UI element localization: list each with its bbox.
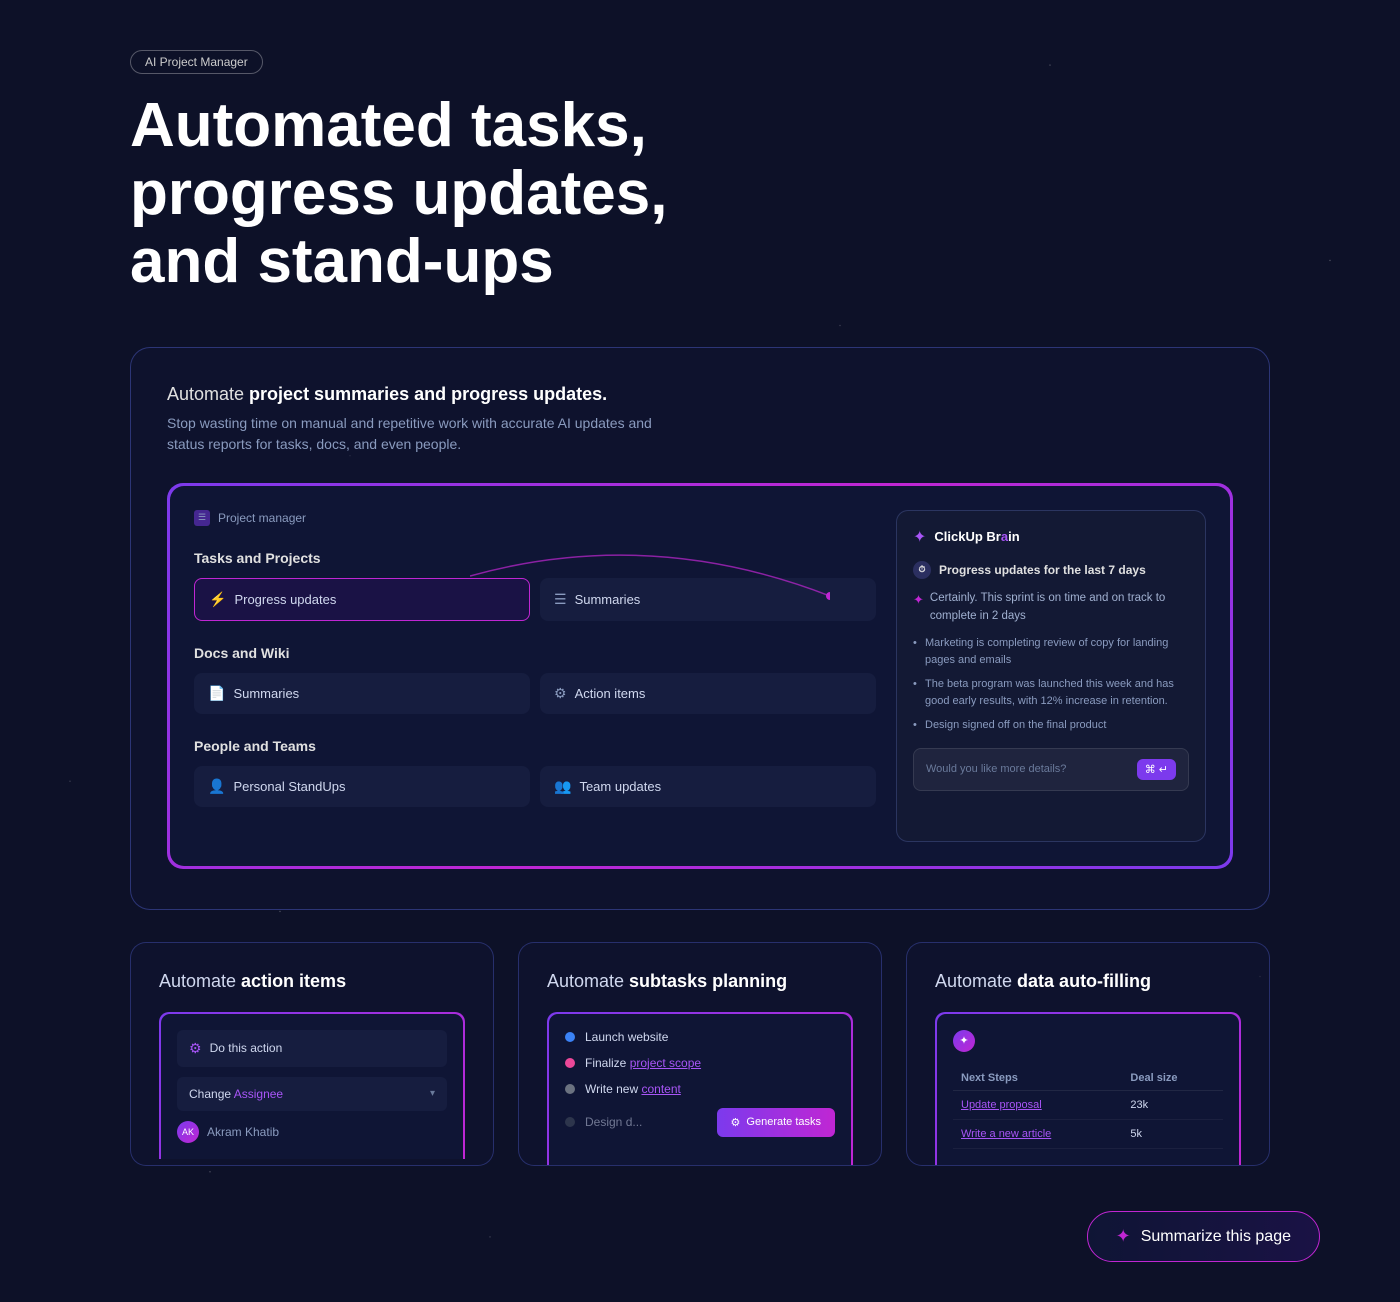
dropdown-arrow-icon: ▾ <box>430 1088 435 1099</box>
col-next-steps: Next Steps <box>953 1066 1122 1091</box>
docs-grid: 📄 Summaries ⚙ Action items <box>194 673 876 714</box>
brain-header: ✦ ClickUp Brain <box>913 527 1189 547</box>
autofill-mockup: ✦ Next Steps Deal size Update proposal <box>935 1012 1241 1165</box>
brain-logo: ClickUp Brain <box>934 529 1019 544</box>
doc-summaries-icon: 📄 <box>208 685 225 702</box>
brain-input-placeholder: Would you like more details? <box>926 763 1066 775</box>
assignee-value: Assignee <box>234 1087 283 1101</box>
row1-step: Update proposal <box>961 1099 1042 1111</box>
team-icon: 👥 <box>554 778 571 795</box>
task-card-summaries[interactable]: ☰ Summaries <box>540 578 876 621</box>
summarize-button[interactable]: ✦ Summarize this page <box>1087 1211 1320 1262</box>
subtask-link-2: project scope <box>630 1056 701 1070</box>
brain-sparkle-icon: ✦ <box>913 527 926 547</box>
progress-icon: ⚡ <box>209 591 226 608</box>
subtask-row-2: Finalize project scope <box>565 1056 835 1070</box>
task-card-progress[interactable]: ⚡ Progress updates <box>194 578 530 621</box>
brain-bullets: Marketing is completing review of copy f… <box>913 635 1189 734</box>
docs-section-title: Docs and Wiki <box>194 645 876 661</box>
brain-input[interactable]: Would you like more details? ⌘ ↵ <box>913 748 1189 791</box>
subtask-row-3: Write new content <box>565 1082 835 1096</box>
action-sparkle-icon: ⚙ <box>189 1040 202 1057</box>
subtask-row-1: Launch website <box>565 1030 835 1044</box>
pm-icon: ☰ <box>194 510 210 526</box>
main-feature-card: Automate project summaries and progress … <box>130 347 1270 910</box>
subtask-label-2: Finalize project scope <box>585 1056 701 1070</box>
action-items-mockup: ⚙ Do this action Change Assignee ▾ AK Ak… <box>159 1012 465 1159</box>
people-section-title: People and Teams <box>194 738 876 754</box>
user-avatar: AK <box>177 1121 199 1143</box>
autofill-card: Automate data auto-filling ✦ Next Steps … <box>906 942 1270 1166</box>
summarize-icon: ✦ <box>1116 1226 1131 1247</box>
left-panel: ☰ Project manager Tasks and Projects ⚡ P… <box>194 510 876 842</box>
doc-card-summaries[interactable]: 📄 Summaries <box>194 673 530 714</box>
main-card-subtitle: Stop wasting time on manual and repetiti… <box>167 413 687 455</box>
table-row-1: Update proposal 23k <box>953 1090 1223 1119</box>
summaries-icon: ☰ <box>554 591 567 608</box>
ai-badge: AI Project Manager <box>130 50 263 74</box>
tasks-grid: ⚡ Progress updates ☰ Summaries <box>194 578 876 621</box>
subtasks-title: Automate subtasks planning <box>547 971 853 992</box>
tasks-section-title: Tasks and Projects <box>194 550 876 566</box>
brain-query: ⏱ Progress updates for the last 7 days <box>913 561 1189 579</box>
action-items-card: Automate action items ⚙ Do this action C… <box>130 942 494 1166</box>
people-grid: 👤 Personal StandUps 👥 Team updates <box>194 766 876 807</box>
subtask-dot-3 <box>565 1084 575 1094</box>
bullet-1: Marketing is completing review of copy f… <box>913 635 1189 668</box>
brain-panel: ✦ ClickUp Brain ⏱ Progress updates for t… <box>896 510 1206 842</box>
row2-size: 5k <box>1122 1119 1223 1148</box>
user-row: AK Akram Khatib <box>177 1121 447 1143</box>
subtasks-mockup: Launch website Finalize project scope Wr… <box>547 1012 853 1165</box>
subtask-label-3: Write new content <box>585 1082 681 1096</box>
autofill-table: Next Steps Deal size Update proposal 23k… <box>953 1066 1223 1149</box>
brain-query-icon: ⏱ <box>913 561 931 579</box>
project-manager-label: ☰ Project manager <box>194 510 876 526</box>
generate-icon: ⚙ <box>731 1116 741 1129</box>
people-card-team[interactable]: 👥 Team updates <box>540 766 876 807</box>
subtask-row-4: Design d... ⚙ Generate tasks <box>565 1108 835 1137</box>
bottom-grid: Automate action items ⚙ Do this action C… <box>130 942 1270 1166</box>
row2-step: Write a new article <box>961 1128 1051 1140</box>
ui-mockup: ☰ Project manager Tasks and Projects ⚡ P… <box>167 483 1233 869</box>
subtask-dot-4 <box>565 1117 575 1127</box>
action-item-row: ⚙ Do this action <box>177 1030 447 1067</box>
standup-icon: 👤 <box>208 778 225 795</box>
summarize-label: Summarize this page <box>1141 1228 1291 1246</box>
brain-submit-btn[interactable]: ⌘ ↵ <box>1137 759 1176 780</box>
subtask-dot-2 <box>565 1058 575 1068</box>
autofill-title: Automate data auto-filling <box>935 971 1241 992</box>
doc-card-action[interactable]: ⚙ Action items <box>540 673 876 714</box>
col-deal-size: Deal size <box>1122 1066 1223 1091</box>
action-items-title: Automate action items <box>159 971 465 992</box>
subtask-link-3: content <box>641 1082 680 1096</box>
subtask-label-4: Design d... <box>585 1115 642 1129</box>
action-icon: ⚙ <box>554 685 567 702</box>
autofill-header: ✦ <box>953 1030 1223 1052</box>
brain-response-icon: ✦ <box>913 590 924 611</box>
generate-tasks-btn[interactable]: ⚙ Generate tasks <box>717 1108 835 1137</box>
subtasks-card: Automate subtasks planning Launch websit… <box>518 942 882 1166</box>
action-dropdown[interactable]: Change Assignee ▾ <box>177 1077 447 1111</box>
bullet-2: The beta program was launched this week … <box>913 676 1189 709</box>
people-card-standup[interactable]: 👤 Personal StandUps <box>194 766 530 807</box>
autofill-sparkle-icon: ✦ <box>953 1030 975 1052</box>
subtask-dot-1 <box>565 1032 575 1042</box>
brain-response: ✦ Certainly. This sprint is on time and … <box>913 589 1189 626</box>
row1-size: 23k <box>1122 1090 1223 1119</box>
bullet-3: Design signed off on the final product <box>913 717 1189 734</box>
subtask-label-1: Launch website <box>585 1030 668 1044</box>
main-card-title: Automate project summaries and progress … <box>167 384 1233 405</box>
hero-title: Automated tasks, progress updates, and s… <box>130 92 750 297</box>
table-row-2: Write a new article 5k <box>953 1119 1223 1148</box>
change-label: Change <box>189 1087 231 1101</box>
